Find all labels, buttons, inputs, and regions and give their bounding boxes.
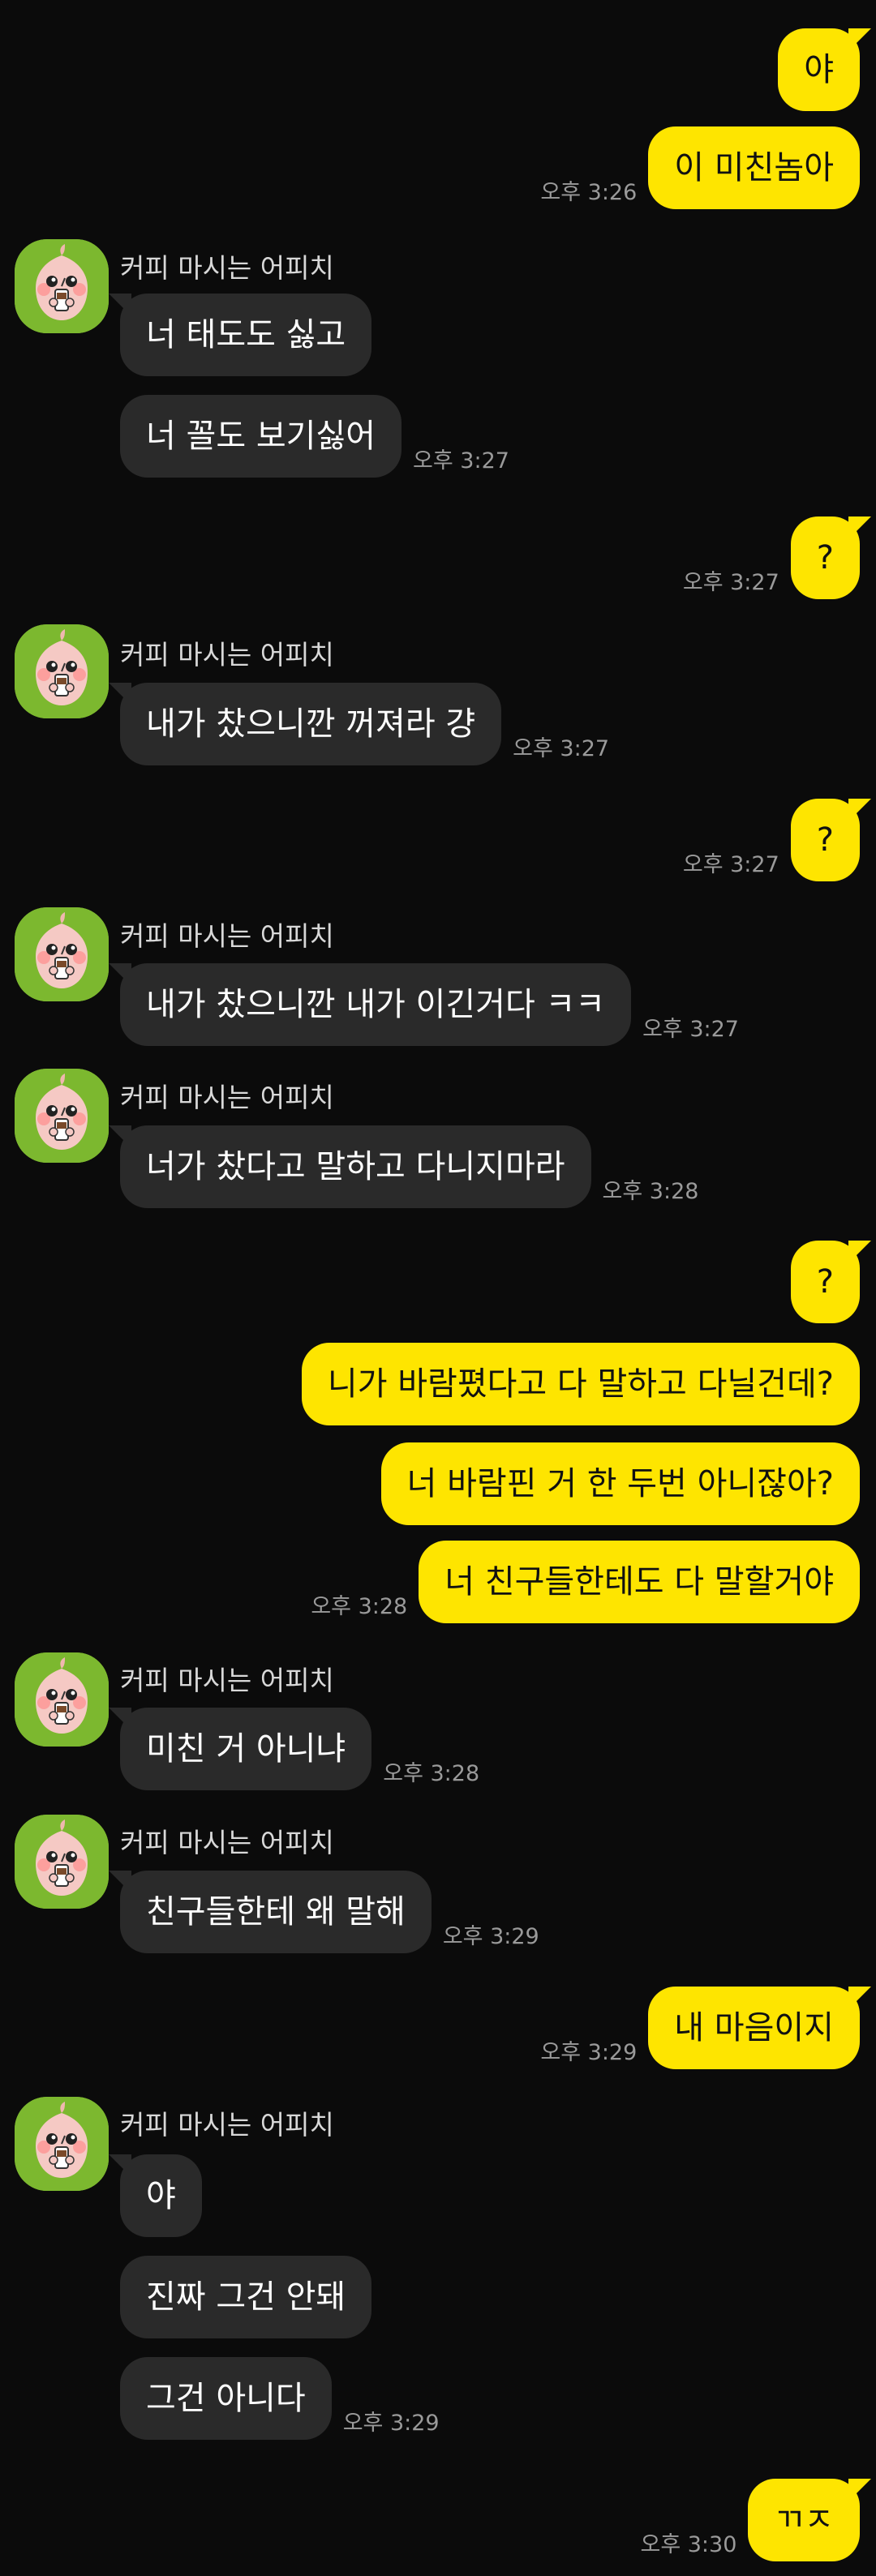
incoming-message: 진짜 그건 안돼 (120, 2256, 372, 2338)
avatar[interactable] (15, 239, 109, 333)
message-timestamp: 오후 3:28 (311, 1594, 408, 1619)
incoming-message: 너가 찼다고 말하고 다니지마라오후 3:28 (109, 1125, 699, 1208)
message-timestamp: 오후 3:27 (682, 570, 779, 595)
outgoing-message: 오후 3:29 내 마음이지 (540, 1987, 871, 2069)
apeach-coffee-icon (15, 239, 109, 333)
message-timestamp: 오후 3:28 (602, 1179, 699, 1204)
apeach-coffee-icon (15, 907, 109, 1001)
avatar[interactable] (15, 1815, 109, 1909)
message-timestamp: 오후 3:30 (640, 2532, 737, 2557)
sender-name: 커피 마시는 어피치 (120, 252, 334, 284)
sender-name: 커피 마시는 어피치 (120, 639, 334, 671)
outgoing-message: ? (790, 1241, 872, 1323)
incoming-message: 친구들한테 왜 말해오후 3:29 (109, 1871, 539, 1953)
message-timestamp: 오후 3:28 (383, 1761, 480, 1786)
message-timestamp: 오후 3:29 (540, 2040, 638, 2065)
apeach-coffee-icon (15, 1815, 109, 1909)
outgoing-message: 너 바람핀 거 한 두번 아니잖아? (380, 1442, 860, 1525)
sender-name: 커피 마시는 어피치 (120, 1827, 334, 1858)
sender-name: 커피 마시는 어피치 (120, 1082, 334, 1113)
message-bubble[interactable]: 니가 바람폈다고 다 말하고 다닐건데? (301, 1343, 860, 1425)
message-bubble[interactable]: ? (790, 1241, 872, 1323)
message-bubble[interactable]: ? (790, 799, 872, 881)
outgoing-message: 오후 3:30 ㄲㅈ (640, 2479, 871, 2561)
incoming-message: 내가 찼으니깐 내가 이긴거다 ㅋㅋ 오후 3:27 (108, 963, 739, 1046)
incoming-message: 너 태도도 싫고 (108, 294, 372, 376)
avatar[interactable] (15, 1069, 109, 1163)
message-bubble[interactable]: 내가 찼으니깐 꺼져라 걍 (108, 683, 502, 765)
message-bubble[interactable]: 진짜 그건 안돼 (120, 2256, 372, 2338)
message-bubble[interactable]: ? (790, 516, 872, 599)
incoming-message: 내가 찼으니깐 꺼져라 걍오후 3:27 (108, 683, 610, 765)
message-timestamp: 오후 3:27 (642, 1017, 739, 1042)
apeach-coffee-icon (15, 2097, 109, 2191)
outgoing-message: 오후 3:27? (682, 516, 872, 599)
message-timestamp: 오후 3:27 (682, 852, 779, 877)
avatar[interactable] (15, 1652, 109, 1747)
message-timestamp: 오후 3:26 (540, 180, 638, 205)
apeach-coffee-icon (15, 624, 109, 718)
sender-name: 커피 마시는 어피치 (120, 920, 334, 952)
message-bubble[interactable]: 야 (778, 28, 871, 111)
message-bubble[interactable]: 야 (109, 2154, 202, 2237)
message-bubble[interactable]: 너 꼴도 보기싫어 (120, 395, 402, 478)
message-bubble[interactable]: 너 친구들한테도 다 말할거야 (419, 1541, 860, 1623)
apeach-coffee-icon (15, 1652, 109, 1747)
incoming-message: 그건 아니다오후 3:29 (120, 2357, 440, 2440)
message-bubble[interactable]: 그건 아니다 (120, 2357, 332, 2440)
message-timestamp: 오후 3:27 (413, 448, 509, 474)
incoming-message: 야 (109, 2154, 202, 2237)
message-timestamp: 오후 3:29 (442, 1924, 539, 1949)
outgoing-message: 야 (778, 28, 871, 111)
message-bubble[interactable]: 너 바람핀 거 한 두번 아니잖아? (380, 1442, 860, 1525)
avatar[interactable] (15, 624, 109, 718)
outgoing-message: 오후 3:27? (682, 799, 872, 881)
outgoing-message: 오후 3:26 이 미친놈아 (540, 126, 860, 209)
sender-name: 커피 마시는 어피치 (120, 2109, 334, 2141)
avatar[interactable] (15, 907, 109, 1001)
apeach-coffee-icon (15, 1069, 109, 1163)
message-timestamp: 오후 3:29 (342, 2411, 440, 2436)
message-bubble[interactable]: 미친 거 아니냐 (108, 1708, 372, 1790)
outgoing-message: 오후 3:28 너 친구들한테도 다 말할거야 (311, 1541, 860, 1623)
outgoing-message: 니가 바람폈다고 다 말하고 다닐건데? (301, 1343, 860, 1425)
message-bubble[interactable]: 너 태도도 싫고 (108, 294, 372, 376)
message-timestamp: 오후 3:27 (513, 736, 610, 761)
message-bubble[interactable]: ㄲㅈ (748, 2479, 871, 2561)
message-bubble[interactable]: 이 미친놈아 (648, 126, 860, 209)
message-bubble[interactable]: 내가 찼으니깐 내가 이긴거다 ㅋㅋ (108, 963, 632, 1046)
message-bubble[interactable]: 내 마음이지 (648, 1987, 871, 2069)
incoming-message: 너 꼴도 보기싫어오후 3:27 (120, 395, 509, 478)
avatar[interactable] (15, 2097, 109, 2191)
message-bubble[interactable]: 친구들한테 왜 말해 (109, 1871, 432, 1953)
incoming-message: 미친 거 아니냐오후 3:28 (108, 1708, 480, 1790)
message-bubble[interactable]: 너가 찼다고 말하고 다니지마라 (109, 1125, 591, 1208)
sender-name: 커피 마시는 어피치 (120, 1665, 334, 1696)
